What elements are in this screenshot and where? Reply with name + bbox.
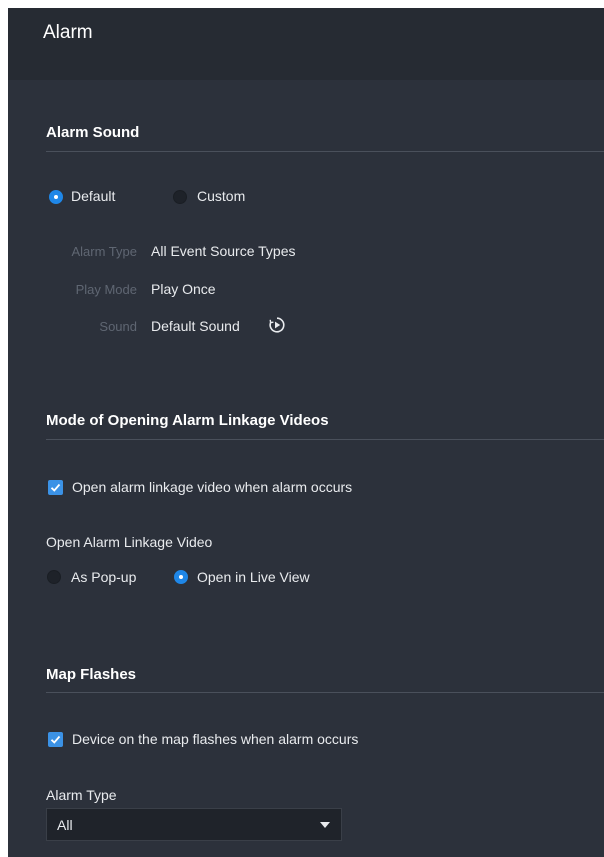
checkbox-open-linkage-video[interactable] bbox=[48, 480, 63, 495]
section-title-map-flashes: Map Flashes bbox=[46, 666, 137, 683]
checkmark-icon bbox=[50, 735, 61, 744]
caret-down-icon bbox=[320, 822, 330, 828]
checkmark-icon bbox=[50, 483, 61, 492]
section-divider bbox=[46, 151, 604, 152]
checkbox-open-linkage-label: Open alarm linkage video when alarm occu… bbox=[72, 479, 353, 495]
field-label-play-mode: Play Mode bbox=[75, 282, 137, 297]
radio-custom-sound[interactable] bbox=[173, 190, 187, 204]
header-bar: Alarm bbox=[8, 8, 604, 80]
radio-default-label: Default bbox=[71, 188, 116, 204]
field-value-sound: Default Sound bbox=[151, 318, 240, 334]
radio-as-popup[interactable] bbox=[47, 570, 61, 584]
alarm-type-label: Alarm Type bbox=[46, 787, 117, 803]
radio-custom-label: Custom bbox=[197, 188, 246, 204]
radio-default-sound[interactable] bbox=[49, 190, 63, 204]
field-value-play-mode: Play Once bbox=[151, 281, 216, 297]
radio-open-live-view-label: Open in Live View bbox=[197, 569, 310, 585]
field-value-alarm-type: All Event Source Types bbox=[151, 243, 296, 259]
section-divider bbox=[46, 692, 604, 693]
checkbox-map-flashes[interactable] bbox=[48, 732, 63, 747]
alarm-type-select[interactable]: All bbox=[46, 808, 342, 841]
alarm-type-select-value: All bbox=[57, 817, 73, 833]
section-title-linkage: Mode of Opening Alarm Linkage Videos bbox=[46, 412, 329, 429]
field-label-sound: Sound bbox=[99, 319, 137, 334]
section-divider bbox=[46, 439, 604, 440]
checkbox-map-flashes-label: Device on the map flashes when alarm occ… bbox=[72, 731, 359, 747]
page-title: Alarm bbox=[43, 22, 93, 43]
field-label-alarm-type: Alarm Type bbox=[71, 244, 137, 259]
radio-as-popup-label: As Pop-up bbox=[71, 569, 137, 585]
section-title-alarm-sound: Alarm Sound bbox=[46, 124, 140, 141]
radio-open-live-view[interactable] bbox=[174, 570, 188, 584]
open-linkage-subtitle: Open Alarm Linkage Video bbox=[46, 534, 213, 550]
alarm-settings-panel: Alarm Alarm Sound Default Custom Alarm T… bbox=[8, 8, 604, 857]
play-circle-icon[interactable] bbox=[268, 316, 286, 334]
